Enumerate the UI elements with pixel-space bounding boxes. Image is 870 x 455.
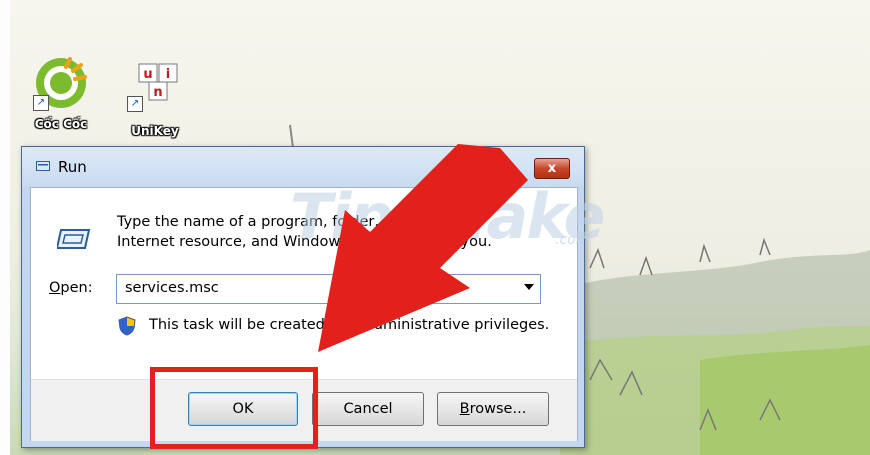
annotation-arrow-icon <box>318 144 528 352</box>
ok-highlight-box <box>150 367 318 449</box>
desktop: ↗ Cốc Cốc u i n ↗ UniKey Run x Type the … <box>0 0 870 455</box>
